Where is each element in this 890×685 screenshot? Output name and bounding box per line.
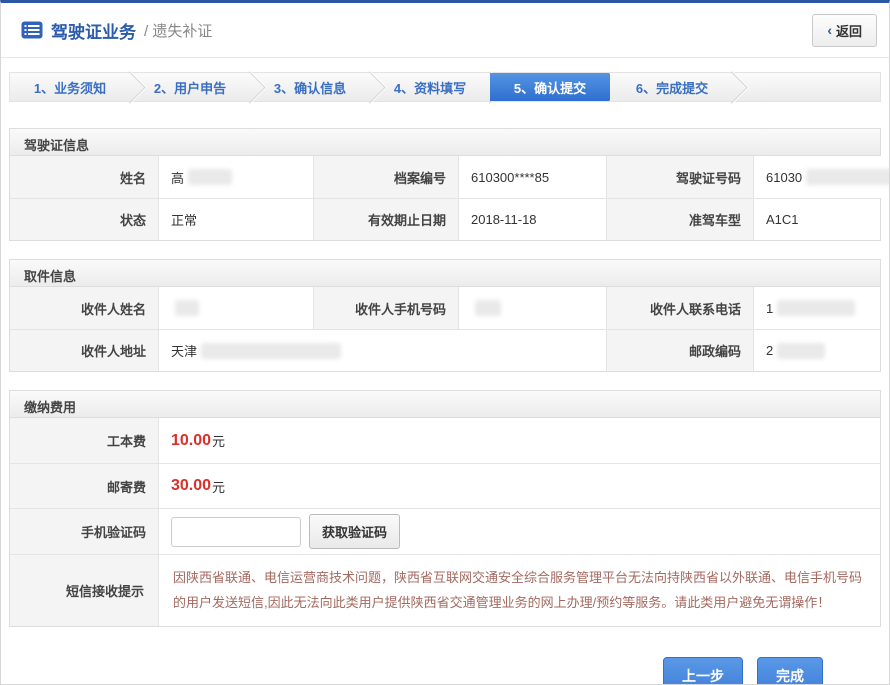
pickup-row-2: 收件人地址 天津 邮政编码 2 xyxy=(10,329,880,371)
redacted-value xyxy=(188,169,232,185)
license-no-value: 61030 xyxy=(754,156,890,198)
recipient-address-value: 天津 xyxy=(159,329,607,371)
license-no-label: 驾驶证号码 xyxy=(607,156,754,198)
sms-code-row: 手机验证码 获取验证码 xyxy=(10,508,880,554)
back-button[interactable]: ‹ 返回 xyxy=(812,14,877,47)
pickup-section-title: 取件信息 xyxy=(10,260,880,287)
name-value: 高 xyxy=(159,156,314,198)
pickup-info-section: 取件信息 收件人姓名 收件人手机号码 收件人联系电话 1 收件人地址 天津 邮政… xyxy=(9,259,881,372)
get-code-button[interactable]: 获取验证码 xyxy=(309,514,400,549)
fees-section: 缴纳费用 工本费 10.00 元 邮寄费 30.00 元 手机验证码 获取验证码… xyxy=(9,390,881,627)
sms-code-label: 手机验证码 xyxy=(10,508,159,554)
mail-fee-value: 30.00 元 xyxy=(159,463,880,508)
postal-code-label: 邮政编码 xyxy=(607,329,754,371)
recipient-phone-label: 收件人联系电话 xyxy=(607,287,754,329)
recipient-mobile-label: 收件人手机号码 xyxy=(314,287,459,329)
footer-actions: 上一步 完成 xyxy=(1,657,823,685)
step-2-user-declaration: 2、用户申告 xyxy=(130,73,250,101)
step-3-confirm-info: 3、确认信息 xyxy=(250,73,370,101)
fees-section-title: 缴纳费用 xyxy=(10,391,880,418)
work-fee-value: 10.00 元 xyxy=(159,418,880,463)
recipient-mobile-value xyxy=(459,287,607,329)
step-4-fill-materials: 4、资料填写 xyxy=(370,73,490,101)
license-row-2: 状态 正常 有效期止日期 2018-11-18 准驾车型 A1C1 xyxy=(10,198,880,240)
chevron-left-icon: ‹ xyxy=(827,23,832,37)
expiry-value: 2018-11-18 xyxy=(459,198,607,240)
file-no-value: 610300****85 xyxy=(459,156,607,198)
license-section-title: 驾驶证信息 xyxy=(10,129,880,156)
sms-notice-cell: 因陕西省联通、电信运营商技术问题，陕西省互联网交通安全综合服务管理平台无法向持陕… xyxy=(159,554,880,626)
work-fee-unit: 元 xyxy=(212,431,225,450)
step-6-complete-submit: 6、完成提交 xyxy=(612,73,732,101)
name-label: 姓名 xyxy=(10,156,159,198)
sms-code-input[interactable] xyxy=(171,517,301,547)
work-fee-amount: 10.00 xyxy=(171,432,211,450)
work-fee-label: 工本费 xyxy=(10,418,159,463)
postal-code-value: 2 xyxy=(754,329,880,371)
list-icon xyxy=(21,21,43,39)
sms-notice-row: 短信接收提示 因陕西省联通、电信运营商技术问题，陕西省互联网交通安全综合服务管理… xyxy=(10,554,880,626)
redacted-value xyxy=(777,343,825,359)
finish-button[interactable]: 完成 xyxy=(757,657,823,685)
driver-license-service-page: 驾驶证业务 / 遗失补证 ‹ 返回 1、业务须知 2、用户申告 3、确认信息 4… xyxy=(0,0,890,685)
wizard-steps: 1、业务须知 2、用户申告 3、确认信息 4、资料填写 5、确认提交 6、完成提… xyxy=(9,72,881,102)
file-no-label: 档案编号 xyxy=(314,156,459,198)
page-title: 驾驶证业务 xyxy=(51,18,136,43)
mail-fee-row: 邮寄费 30.00 元 xyxy=(10,463,880,508)
sms-notice-label: 短信接收提示 xyxy=(10,554,159,626)
redacted-value xyxy=(201,343,341,359)
mail-fee-unit: 元 xyxy=(212,477,225,496)
back-button-label: 返回 xyxy=(836,21,862,40)
mail-fee-amount: 30.00 xyxy=(171,477,211,495)
recipient-address-label: 收件人地址 xyxy=(10,329,159,371)
redacted-value xyxy=(806,169,890,185)
vehicle-class-value: A1C1 xyxy=(754,198,880,240)
status-value: 正常 xyxy=(159,198,314,240)
license-info-section: 驾驶证信息 姓名 高 档案编号 610300****85 驾驶证号码 61030… xyxy=(9,128,881,241)
status-label: 状态 xyxy=(10,198,159,240)
page-header: 驾驶证业务 / 遗失补证 ‹ 返回 xyxy=(1,3,889,58)
redacted-value xyxy=(175,300,199,316)
breadcrumb-current: / 遗失补证 xyxy=(144,20,212,41)
license-row-1: 姓名 高 档案编号 610300****85 驾驶证号码 61030 xyxy=(10,156,880,198)
recipient-name-value xyxy=(159,287,314,329)
step-1-business-notice: 1、业务须知 xyxy=(10,73,130,101)
redacted-value xyxy=(475,300,501,316)
mail-fee-label: 邮寄费 xyxy=(10,463,159,508)
vehicle-class-label: 准驾车型 xyxy=(607,198,754,240)
sms-notice-text: 因陕西省联通、电信运营商技术问题，陕西省互联网交通安全综合服务管理平台无法向持陕… xyxy=(173,565,866,616)
steps-filler xyxy=(732,73,880,101)
sms-code-cell: 获取验证码 xyxy=(159,508,880,554)
previous-step-button[interactable]: 上一步 xyxy=(663,657,743,685)
step-5-confirm-submit-active: 5、确认提交 xyxy=(490,73,610,101)
recipient-name-label: 收件人姓名 xyxy=(10,287,159,329)
redacted-value xyxy=(777,300,855,316)
recipient-phone-value: 1 xyxy=(754,287,880,329)
pickup-row-1: 收件人姓名 收件人手机号码 收件人联系电话 1 xyxy=(10,287,880,329)
expiry-label: 有效期止日期 xyxy=(314,198,459,240)
work-fee-row: 工本费 10.00 元 xyxy=(10,418,880,463)
